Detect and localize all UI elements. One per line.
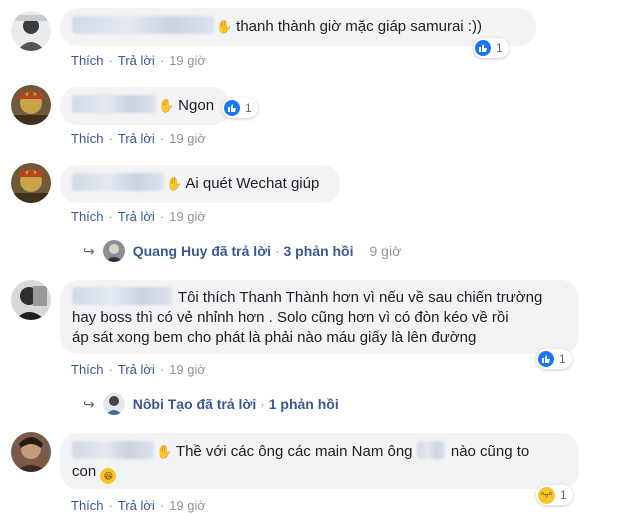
comment-actions: Thích · Trả lời · 19 giờ [71,209,206,224]
wave-hand-icon: ✋ [156,444,173,459]
like-button[interactable]: Thích [71,53,104,68]
commenter-name[interactable] [72,287,172,305]
replies-summary[interactable]: ↪ Nôbi Tạo đã trả lời · 1 phản hồi [83,393,339,415]
comment-actions: Thích · Trả lời · 19 giờ [71,362,206,377]
commenter-name[interactable] [72,16,214,34]
like-button[interactable]: Thích [71,362,104,377]
reply-arrow-icon: ↪ [83,395,95,412]
reaction-count[interactable]: 1 [222,98,258,118]
avatar[interactable] [11,11,51,51]
comment-actions: Thích · Trả lời · 19 giờ [71,498,206,513]
reply-count: 1 phản hồi [268,396,339,412]
reply-button[interactable]: Trả lời [118,498,155,513]
censored-word [416,441,445,459]
like-button[interactable]: Thích [71,209,104,224]
wave-hand-icon: ✋ [216,19,233,34]
reaction-count[interactable]: 1 [536,349,572,369]
reply-button[interactable]: Trả lời [118,209,155,224]
reply-action: đã trả lời [211,243,272,259]
timestamp[interactable]: 19 giờ [169,362,206,377]
reply-button[interactable]: Trả lời [118,131,155,146]
comment-bubble: ✋ thanh thành giờ mặc giáp samurai :)) [60,8,536,46]
timestamp[interactable]: 19 giờ [169,131,206,146]
timestamp[interactable]: 19 giờ [169,209,206,224]
reply-button[interactable]: Trả lời [118,53,155,68]
comment-text: áp sát xong bem cho phát là phải nào máu… [72,329,477,346]
replies-summary[interactable]: ↪ Quang Huy đã trả lời · 3 phản hồi 9 gi… [83,240,401,262]
comment-bubble: ✋ Ngon [60,87,230,125]
like-button[interactable]: Thích [71,131,104,146]
timestamp[interactable]: 19 giờ [169,498,206,513]
avatar [102,393,125,415]
like-button[interactable]: Thích [71,498,104,513]
commenter-name[interactable] [72,441,154,459]
comment-text: Tôi thích Thanh Thành hơn vì nếu về sau … [177,289,543,306]
reaction-count[interactable]: 1 [473,38,509,58]
haha-reaction-icon: ^▿^ [538,486,555,504]
reply-author: Nôbi Tạo [132,396,193,412]
comment-bubble: ✋ Ai quét Wechat giúp [60,165,340,203]
avatar[interactable] [11,85,51,125]
comment-text: con [72,463,97,480]
reply-author: Quang Huy [132,243,208,259]
avatar [102,240,125,262]
reply-action: đã trả lời [196,396,257,412]
comment-actions: Thích · Trả lời · 19 giờ [71,53,206,68]
comment-bubble: Tôi thích Thanh Thành hơn vì nếu về sau … [60,280,579,354]
comment-text: Ngon [178,97,215,114]
commenter-name[interactable] [72,95,156,113]
wave-hand-icon: ✋ [158,98,175,113]
wave-hand-icon: ✋ [166,176,183,191]
avatar[interactable] [11,163,51,203]
like-reaction-icon [224,100,240,116]
timestamp[interactable]: 19 giờ [169,53,206,68]
like-reaction-icon [538,351,554,367]
reply-button[interactable]: Trả lời [118,362,155,377]
comment-actions: Thích · Trả lời · 19 giờ [71,131,206,146]
like-reaction-icon [475,40,491,56]
laughing-emoji-icon: 😆 [100,468,117,484]
comment-text: nào cũng to [450,443,530,460]
comment-text: thanh thành giờ mặc giáp samurai :)) [236,18,482,35]
reply-count: 3 phản hồi [283,243,354,259]
reply-arrow-icon: ↪ [83,242,95,259]
comment-text: hay boss thì có vẻ nhỉnh hơn . Solo cũng… [72,309,509,326]
commenter-name[interactable] [72,173,164,191]
comment-text: Thề với các ông các main Nam ông [175,443,413,460]
comment-bubble: ✋ Thề với các ông các main Nam ông nào c… [60,433,579,489]
timestamp: 9 giờ [369,243,402,259]
reaction-count[interactable]: ^▿^ 1 [536,485,573,505]
avatar[interactable] [11,432,51,472]
comment-text: Ai quét Wechat giúp [185,175,320,192]
avatar[interactable] [11,280,51,320]
